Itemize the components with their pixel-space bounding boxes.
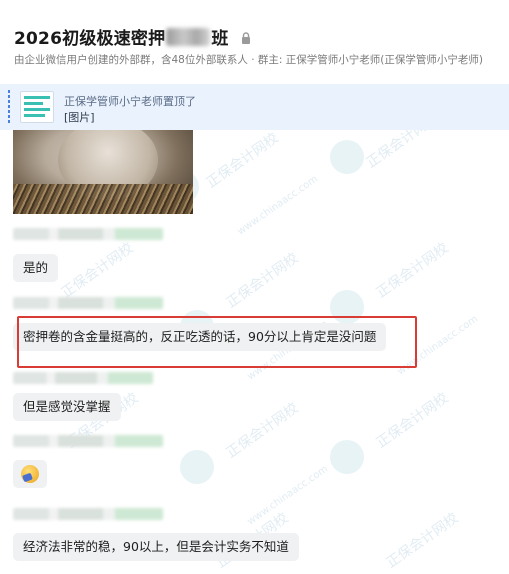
pinned-thumbnail[interactable] <box>20 91 54 123</box>
sender-name-redacted <box>13 297 163 309</box>
highlight-annotation-box <box>17 316 417 368</box>
image-message[interactable] <box>13 130 193 214</box>
message-bubble[interactable]: 但是感觉没掌握 <box>13 393 121 421</box>
watermark-text: 正保会计网校 <box>363 130 442 172</box>
watermark-url: www.chinaacc.com <box>235 173 321 238</box>
chat-title-row: 2026初级极速密押 班 <box>14 24 253 49</box>
sender-name-redacted <box>13 508 163 520</box>
sender-name-redacted <box>13 228 163 240</box>
sender-name-redacted <box>13 372 153 384</box>
watermark-text: 正保会计网校 <box>373 240 452 302</box>
chat-subtitle: 由企业微信用户创建的外部群，含48位外部联系人 · 群主: 正保学管师小宁老师(… <box>14 54 483 66</box>
chat-title-prefix: 2026初级极速密押 <box>14 29 166 49</box>
pinned-content-label: [图片] <box>64 111 95 124</box>
redacted-title-mask <box>166 27 211 46</box>
message-bubble[interactable]: 经济法非常的稳，90以上，但是会计实务不知道 <box>13 533 299 561</box>
facepalm-emoji-icon <box>21 465 39 483</box>
chat-header: 2026初级极速密押 班 由企业微信用户创建的外部群，含48位外部联系人 · 群… <box>0 0 509 78</box>
chat-message-area[interactable]: 正保会计网校 正保会计网校 正保会计网校 正保会计网校 正保会计网校 正保会计网… <box>0 130 509 574</box>
watermark-text: 正保会计网校 <box>203 130 282 192</box>
watermark-logo-icon <box>180 450 214 484</box>
watermark-logo-icon <box>330 140 364 174</box>
watermark-text: 正保会计网校 <box>58 240 137 302</box>
chat-title-suffix: 班 <box>211 29 229 49</box>
sender-name-redacted <box>13 435 163 447</box>
watermark-text: 正保会计网校 <box>223 400 302 462</box>
watermark-url: www.chinaacc.com <box>245 463 331 528</box>
message-bubble[interactable]: 是的 <box>13 254 59 282</box>
pinned-message-banner[interactable]: 正保学管师小宁老师置顶了 [图片] <box>0 84 509 130</box>
watermark-text: 正保会计网校 <box>223 250 302 312</box>
watermark-text: 正保会计网校 <box>373 390 452 452</box>
watermark-logo-icon <box>330 440 364 474</box>
lock-icon <box>239 30 253 44</box>
watermark-text: 正保会计网校 <box>383 510 462 572</box>
pinned-by-label: 正保学管师小宁老师置顶了 <box>64 95 196 108</box>
pinned-accent-bar <box>8 90 10 124</box>
emoji-message[interactable] <box>13 460 47 488</box>
